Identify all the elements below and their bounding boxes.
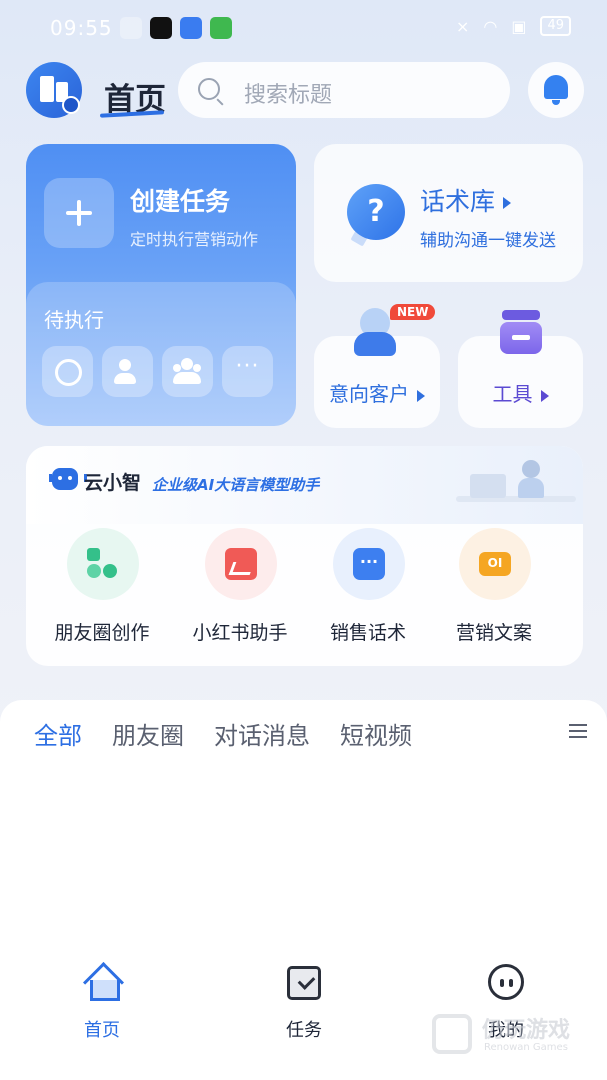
ai-tools-grid: 朋友圈创作 小红书助手 销售话术 营销文案 [26,528,583,648]
check-app-icon [180,17,202,39]
plus-icon [44,178,114,248]
menu-icon[interactable] [569,722,587,740]
ai-assistant-name: 云小智 [84,472,142,494]
feed-tabs: 全部 朋友圈 对话消息 短视频 [34,716,412,751]
question-bubble-icon: ? [347,184,405,240]
tools-label: 工具 [458,378,583,407]
battery-icon: 49 [540,16,571,36]
ai-tool-label: 朋友圈创作 [54,622,150,644]
intent-customers-label: 意向客户 [314,378,440,407]
ai-tool-label: 销售话术 [329,622,406,644]
header: 首页 搜索标题 [0,60,607,122]
watermark-text: 仍玩游戏 [482,1018,571,1043]
nav-label: 首页 [84,1020,120,1041]
ai-tool-label: 营销文案 [455,622,532,644]
pending-label: 待执行 [44,308,104,332]
tab-all[interactable]: 全部 [34,716,82,751]
robot-icon [49,468,87,490]
search-placeholder: 搜索标题 [244,83,333,108]
pending-icons: ··· [42,346,273,397]
ai-tool-marketing-copy[interactable]: 营销文案 [424,528,564,648]
chat-icon [353,548,385,580]
ai-assistant-panel: 云小智 企业级AI大语言模型助手 朋友圈创作 小红书助手 销售话术 营销文案 [26,446,583,666]
watermark: 仍玩游戏 Renowan Games [432,1012,582,1062]
ai-tool-xiaohongshu[interactable]: 小红书助手 [170,528,310,648]
ai-tool-label: 小红书助手 [192,622,288,644]
status-bar: 09:55 ⨯ ◠ ▣ 49 [0,0,607,58]
loading-ring-icon[interactable] [42,346,93,397]
more-icon[interactable]: ··· [222,346,273,397]
notification-button[interactable] [528,62,584,118]
script-library-title: 话术库 [420,182,512,218]
watermark-subtext: Renowan Games [484,1042,568,1053]
mute-icon: ⨯ [455,16,470,36]
tiktok-icon [150,17,172,39]
sim-icon: ▣ [511,16,527,36]
arrow-right-icon [417,389,425,402]
ai-banner[interactable]: 云小智 企业级AI大语言模型助手 [26,446,583,524]
nav-home[interactable]: 首页 [42,964,162,1044]
photo-icon [225,548,257,580]
script-library-card[interactable]: ? 话术库 辅助沟通一键发送 [314,144,583,282]
status-indicators: ⨯ ◠ ▣ 49 [456,16,571,36]
office-illustration [436,452,576,522]
ai-assistant-tagline: 企业级AI大语言模型助手 [152,476,320,494]
home-icon [84,966,120,1001]
create-task-title: 创建任务 [130,187,231,216]
arrow-right-icon [540,389,549,402]
app-logo-icon[interactable] [26,62,82,118]
status-app-icons [120,17,232,39]
ad-icon [479,552,511,576]
create-task-card[interactable]: 创建任务 定时执行营销动作 待执行 ··· [26,144,296,426]
android-app-icon [210,17,232,39]
profile-face-icon [488,964,524,1000]
group-icon[interactable] [162,346,213,397]
toolbox-icon [498,310,544,354]
task-checkbox-icon [287,966,321,1000]
nav-tasks[interactable]: 任务 [244,964,364,1044]
new-badge: NEW [390,304,436,320]
nav-label: 任务 [286,1020,322,1041]
create-task-subtitle: 定时执行营销动作 [130,230,259,249]
tab-messages[interactable]: 对话消息 [214,716,310,751]
status-time: 09:55 [50,16,113,40]
wifi-icon: ◠ [483,16,498,36]
bell-icon [544,75,568,105]
ai-tool-sales-script[interactable]: 销售话术 [298,528,438,648]
search-input[interactable]: 搜索标题 [178,62,510,118]
wechat-icon [120,17,142,39]
tab-short-video[interactable]: 短视频 [340,716,412,751]
add-user-icon[interactable] [102,346,153,397]
search-icon [198,78,220,100]
watermark-logo-icon [432,1014,472,1054]
shapes-icon [87,548,119,580]
ai-tool-moments[interactable]: 朋友圈创作 [32,528,172,648]
pending-panel[interactable]: 待执行 ··· [26,282,296,426]
script-library-subtitle: 辅助沟通一键发送 [420,231,556,251]
arrow-right-icon [503,197,512,209]
tab-moments[interactable]: 朋友圈 [112,716,184,751]
